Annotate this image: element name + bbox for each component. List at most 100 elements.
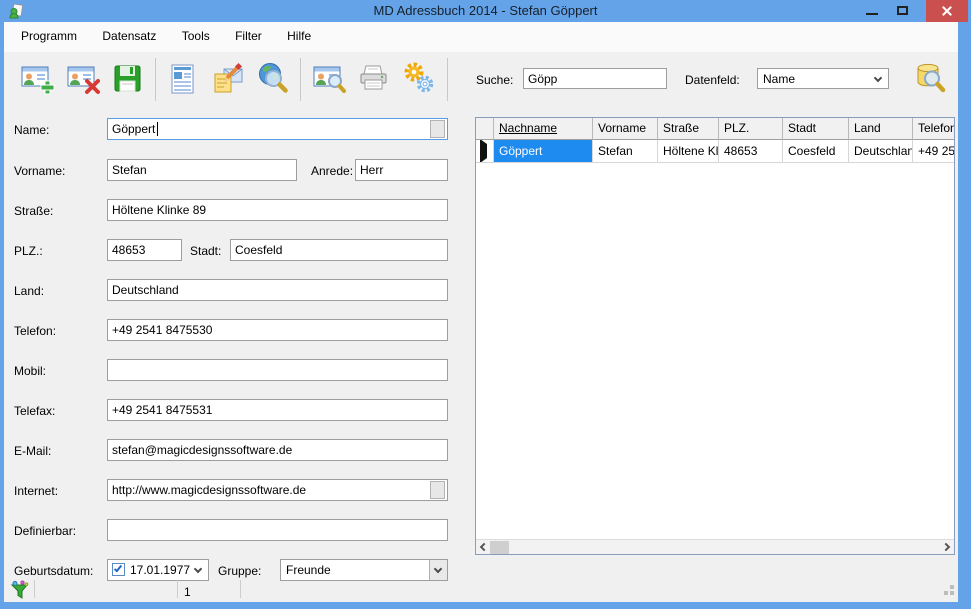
current-row-arrow-icon xyxy=(480,140,487,162)
cell-plz[interactable]: 48653 xyxy=(719,140,783,163)
col-land[interactable]: Land xyxy=(849,118,913,140)
settings-button[interactable] xyxy=(399,60,439,100)
telefax-field[interactable] xyxy=(107,399,448,421)
edit-note-icon xyxy=(211,61,247,100)
print-button[interactable] xyxy=(354,60,394,100)
geburtsdatum-label: Geburtsdatum: xyxy=(14,564,94,578)
table-row[interactable]: Göppert Stefan Höltene Klinke 89 48653 C… xyxy=(476,140,954,163)
geburtsdatum-value: 17.01.1977 xyxy=(130,563,191,577)
toolbar-separator xyxy=(447,58,448,101)
internet-open-button[interactable] xyxy=(430,481,445,499)
gruppe-value: Freunde xyxy=(286,563,331,577)
report-button[interactable] xyxy=(163,60,203,100)
check-icon xyxy=(113,563,123,573)
find-record-icon xyxy=(311,61,347,100)
name-field[interactable]: Göppert xyxy=(107,118,448,140)
cell-vorname[interactable]: Stefan xyxy=(593,140,658,163)
close-button[interactable] xyxy=(926,0,968,22)
save-icon xyxy=(110,61,146,100)
delete-record-icon xyxy=(65,61,101,100)
records-table: Nachname Vorname Straße PLZ. Stadt Land … xyxy=(475,117,955,555)
db-search-button[interactable] xyxy=(911,59,951,99)
menu-hilfe[interactable]: Hilfe xyxy=(276,22,322,52)
app-window: MD Adressbuch 2014 - Stefan Göppert Prog… xyxy=(0,0,971,609)
window-title: MD Adressbuch 2014 - Stefan Göppert xyxy=(373,3,598,18)
db-search-icon xyxy=(913,60,949,99)
record-count: 1 xyxy=(184,585,191,599)
menu-programm[interactable]: Programm xyxy=(10,22,88,52)
report-icon xyxy=(165,61,201,100)
horizontal-scrollbar[interactable] xyxy=(476,539,954,554)
scroll-right-icon[interactable] xyxy=(941,542,951,552)
menu-tools[interactable]: Tools xyxy=(171,22,221,52)
anrede-label: Anrede: xyxy=(311,164,354,178)
internet-label: Internet: xyxy=(14,484,59,498)
add-record-icon xyxy=(19,61,55,100)
plz-field[interactable] xyxy=(107,239,182,261)
cell-land[interactable]: Deutschland xyxy=(849,140,913,163)
delete-record-button[interactable] xyxy=(63,60,103,100)
add-record-button[interactable] xyxy=(17,60,57,100)
window-border-right xyxy=(958,22,971,602)
menu-datensatz[interactable]: Datensatz xyxy=(91,22,167,52)
gruppe-label: Gruppe: xyxy=(218,564,262,578)
strasse-label: Straße: xyxy=(14,204,54,218)
name-lookup-button[interactable] xyxy=(430,120,445,138)
email-field[interactable] xyxy=(107,439,448,461)
print-icon xyxy=(356,61,392,100)
search-globe-icon xyxy=(255,61,291,100)
row-selector xyxy=(476,140,494,163)
window-border-bottom xyxy=(0,602,971,609)
datenfeld-value: Name xyxy=(763,72,796,86)
maximize-button[interactable] xyxy=(897,6,908,15)
email-label: E-Mail: xyxy=(14,444,52,458)
col-plz[interactable]: PLZ. xyxy=(719,118,783,140)
dropdown-button[interactable] xyxy=(429,560,447,580)
save-button[interactable] xyxy=(108,60,148,100)
col-telefon[interactable]: Telefon xyxy=(913,118,954,140)
col-stadt[interactable]: Stadt xyxy=(783,118,849,140)
definierbar-label: Definierbar: xyxy=(14,524,77,538)
mobil-field[interactable] xyxy=(107,359,448,381)
vorname-label: Vorname: xyxy=(14,164,66,178)
search-button[interactable] xyxy=(253,60,293,100)
internet-field[interactable] xyxy=(107,479,448,501)
menu-bar: Programm Datensatz Tools Filter Hilfe xyxy=(4,22,958,52)
filter-funnel-icon[interactable] xyxy=(10,580,30,603)
text-caret xyxy=(157,122,158,136)
window-border-left xyxy=(0,22,4,602)
cell-nachname[interactable]: Göppert xyxy=(494,140,593,163)
scrollbar-thumb[interactable] xyxy=(490,541,509,554)
scroll-left-icon[interactable] xyxy=(479,542,489,552)
minimize-button[interactable] xyxy=(866,13,878,15)
cell-telefon[interactable]: +49 2541 8475530 xyxy=(913,140,954,163)
title-bar: MD Adressbuch 2014 - Stefan Göppert xyxy=(0,0,971,22)
geburtsdatum-checkbox[interactable] xyxy=(112,563,125,576)
cell-stadt[interactable]: Coesfeld xyxy=(783,140,849,163)
datenfeld-select[interactable]: Name xyxy=(757,68,889,89)
cell-strasse[interactable]: Höltene Klinke 89 xyxy=(658,140,719,163)
col-vorname[interactable]: Vorname xyxy=(593,118,658,140)
telefax-label: Telefax: xyxy=(14,404,56,418)
col-selector xyxy=(476,118,494,140)
menu-filter[interactable]: Filter xyxy=(224,22,273,52)
name-label: Name: xyxy=(14,123,50,137)
land-label: Land: xyxy=(14,284,45,298)
edit-note-button[interactable] xyxy=(209,60,249,100)
telefon-field[interactable] xyxy=(107,319,448,341)
datenfeld-label: Datenfeld: xyxy=(685,73,740,87)
anrede-field[interactable] xyxy=(355,159,448,181)
search-input[interactable] xyxy=(523,68,667,89)
toolbar-separator xyxy=(155,58,156,101)
vorname-field[interactable] xyxy=(107,159,297,181)
stadt-field[interactable] xyxy=(230,239,448,261)
find-record-button[interactable] xyxy=(309,60,349,100)
plz-label: PLZ.: xyxy=(14,244,43,258)
definierbar-field[interactable] xyxy=(107,519,448,541)
land-field[interactable] xyxy=(107,279,448,301)
suche-label: Suche: xyxy=(476,73,514,87)
col-strasse[interactable]: Straße xyxy=(658,118,719,140)
col-nachname[interactable]: Nachname xyxy=(494,118,593,140)
table-header-row: Nachname Vorname Straße PLZ. Stadt Land … xyxy=(476,118,954,140)
strasse-field[interactable] xyxy=(107,199,448,221)
